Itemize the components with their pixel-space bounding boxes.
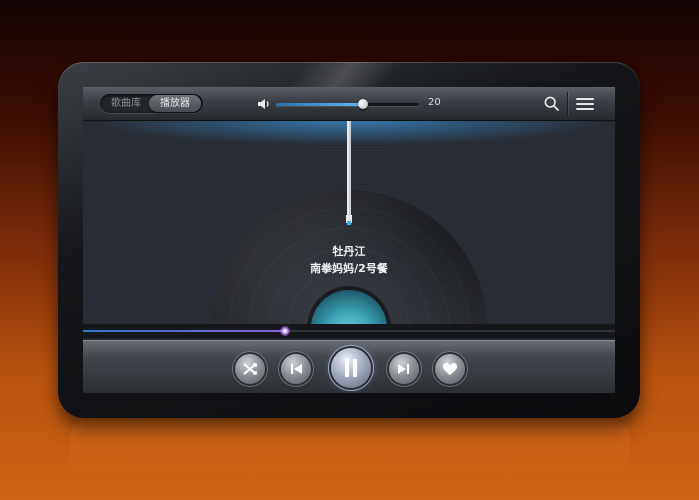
view-toggle: 歌曲库 播放器 <box>100 94 203 113</box>
previous-icon <box>291 364 302 374</box>
volume-value: 20 <box>428 97 441 108</box>
now-playing-stage: 牡丹江 南拳妈妈/2号餐 <box>83 121 615 331</box>
volume-slider[interactable] <box>276 99 419 109</box>
progress-bar[interactable] <box>83 324 615 338</box>
progress-fill <box>83 330 286 332</box>
topbar-divider <box>567 92 568 116</box>
menu-icon[interactable] <box>576 98 594 110</box>
progress-knob[interactable] <box>280 326 291 336</box>
song-title: 牡丹江 <box>332 245 366 258</box>
previous-button[interactable] <box>281 354 311 384</box>
tablet-gloss <box>290 62 396 90</box>
tablet-device: 歌曲库 播放器 20 牡丹江 南拳妈妈/2号餐 <box>58 62 640 418</box>
tab-song-library[interactable]: 歌曲库 <box>106 96 146 111</box>
pause-button[interactable] <box>331 348 371 388</box>
progress-track[interactable] <box>83 326 615 336</box>
device-reflection <box>70 420 630 480</box>
tab-player[interactable]: 播放器 <box>149 95 201 112</box>
shuffle-button[interactable] <box>235 354 265 384</box>
control-bar <box>83 340 615 393</box>
next-icon <box>398 364 409 374</box>
volume-icon[interactable] <box>257 97 271 111</box>
heart-icon <box>443 363 457 375</box>
song-artist: 南拳妈妈/2号餐 <box>310 262 388 275</box>
next-button[interactable] <box>389 354 419 384</box>
vinyl-record <box>211 121 487 324</box>
shuffle-icon <box>243 363 257 375</box>
favorite-button[interactable] <box>435 354 465 384</box>
pause-icon <box>345 359 357 377</box>
search-icon[interactable] <box>544 96 559 111</box>
volume-fill <box>276 103 364 106</box>
top-bar: 歌曲库 播放器 20 <box>83 87 615 121</box>
player-screen: 歌曲库 播放器 20 牡丹江 南拳妈妈/2号餐 <box>83 87 615 393</box>
volume-knob[interactable] <box>358 99 369 109</box>
